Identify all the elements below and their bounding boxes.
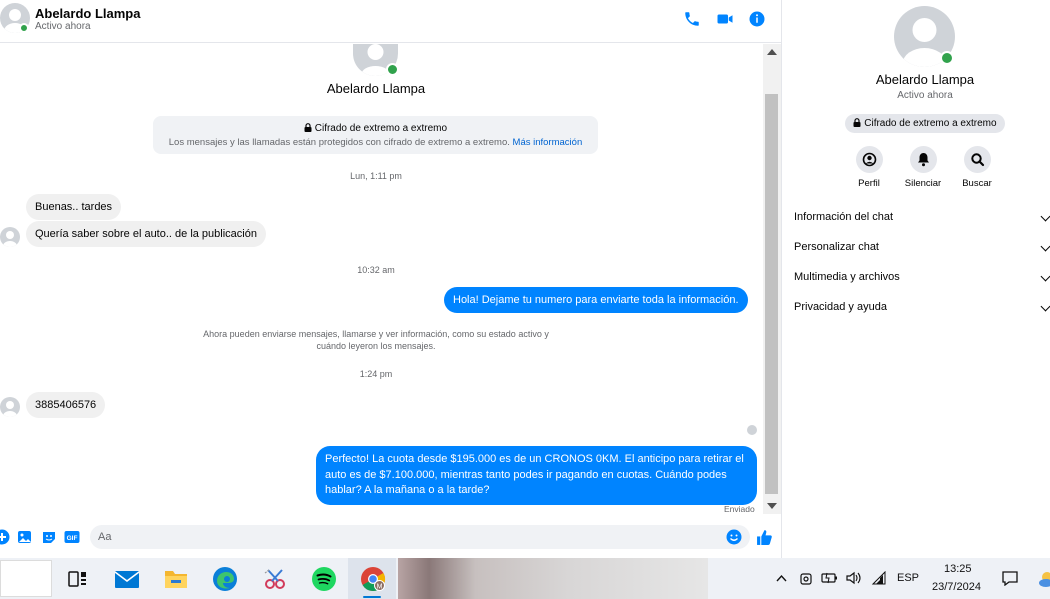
contact-status: Activo ahora	[35, 21, 91, 32]
online-status-dot	[19, 23, 29, 33]
more-info-link[interactable]: Más información	[513, 137, 583, 148]
profile-status: Activo ahora	[897, 90, 953, 101]
scroll-down-arrow-icon[interactable]	[767, 503, 777, 509]
contact-name[interactable]: Abelardo Llampa	[35, 6, 140, 21]
chevron-down-icon	[1040, 241, 1050, 252]
mail-icon[interactable]	[114, 566, 140, 592]
wifi-icon[interactable]	[871, 570, 887, 591]
menu-media-files[interactable]: Multimedia y archivos	[794, 271, 1050, 291]
outgoing-message[interactable]: Hola! Dejame tu numero para enviarte tod…	[444, 287, 748, 313]
profile-name: Abelardo Llampa	[875, 72, 975, 87]
like-icon[interactable]	[756, 529, 772, 545]
image-icon[interactable]	[17, 529, 33, 545]
menu-item-label: Multimedia y archivos	[794, 271, 900, 283]
active-app-indicator	[363, 596, 381, 598]
e2e-text: Los mensajes y las llamadas están proteg…	[168, 137, 510, 148]
scroll-thumb[interactable]	[765, 94, 778, 494]
chevron-down-icon	[1040, 271, 1050, 282]
weather-icon[interactable]	[1038, 570, 1050, 588]
profile-icon[interactable]	[855, 146, 883, 173]
file-explorer-icon[interactable]	[163, 566, 189, 592]
menu-customize-chat[interactable]: Personalizar chat	[794, 241, 1050, 261]
message-list[interactable]: Abelardo Llampa Cifrado de extremo a ext…	[0, 44, 763, 514]
contact-avatar-small	[0, 227, 20, 247]
bell-icon[interactable]	[909, 146, 937, 173]
lock-icon	[853, 118, 861, 127]
mute-action[interactable]: Silenciar	[893, 146, 953, 189]
chrome-icon[interactable]: M	[360, 566, 386, 592]
chevron-down-icon	[1040, 301, 1050, 312]
onedrive-status-icon[interactable]	[799, 570, 813, 591]
e2e-title: Cifrado de extremo a extremo	[314, 123, 448, 134]
conversation-contact-name: Abelardo Llampa	[326, 81, 426, 96]
chevron-up-icon[interactable]	[775, 572, 788, 590]
clock-time[interactable]: 13:25	[944, 563, 972, 575]
video-icon[interactable]	[716, 10, 734, 28]
svg-text:M: M	[377, 584, 383, 591]
menu-item-label: Personalizar chat	[794, 241, 879, 253]
chat-header: Abelardo Llampa Activo ahora	[0, 0, 781, 43]
language-indicator[interactable]: ESP	[897, 572, 919, 584]
seen-avatar-icon	[747, 425, 757, 435]
message-scrollbar[interactable]	[763, 44, 781, 514]
plus-icon[interactable]	[0, 529, 10, 545]
snipping-tool-icon[interactable]	[262, 566, 288, 592]
menu-privacy-help[interactable]: Privacidad y ayuda	[794, 301, 1050, 321]
action-label: Silenciar	[904, 178, 942, 189]
action-label: Buscar	[962, 178, 992, 189]
gif-icon[interactable]: GIF	[64, 529, 80, 545]
system-note: Ahora pueden enviarse mensajes, llamarse…	[203, 329, 549, 351]
incoming-message[interactable]: Quería saber sobre el auto.. de la publi…	[26, 221, 266, 247]
phone-icon[interactable]	[683, 10, 701, 28]
incoming-message[interactable]: 3885406576	[26, 392, 106, 418]
e2e-badge-label: Cifrado de extremo a extremo	[864, 118, 997, 129]
sent-status: Enviado	[724, 504, 755, 514]
taskbar-background-image	[398, 558, 708, 599]
message-composer: GIF	[0, 518, 781, 558]
volume-icon[interactable]	[845, 570, 862, 591]
search-action[interactable]: Buscar	[947, 146, 1007, 189]
message-timestamp: 1:24 pm	[359, 369, 393, 379]
incoming-message[interactable]: Buenas.. tardes	[26, 194, 122, 220]
action-label: Perfil	[858, 178, 880, 189]
message-input[interactable]	[90, 525, 750, 549]
clock-date[interactable]: 23/7/2024	[932, 581, 981, 593]
e2e-badge[interactable]: Cifrado de extremo a extremo	[845, 114, 1005, 133]
scroll-up-arrow-icon[interactable]	[767, 49, 777, 55]
profile-action[interactable]: Perfil	[839, 146, 899, 189]
spotify-icon[interactable]	[311, 566, 337, 592]
outgoing-message[interactable]: Perfecto! La cuota desde $195.000 es de …	[316, 446, 757, 505]
chevron-down-icon	[1040, 211, 1050, 222]
edge-icon[interactable]	[212, 566, 238, 592]
menu-chat-info[interactable]: Información del chat	[794, 211, 1050, 231]
notifications-icon[interactable]	[1001, 570, 1019, 591]
gif-label: GIF	[67, 535, 78, 542]
conversation-details-panel: Abelardo Llampa Activo ahora Cifrado de …	[781, 0, 1050, 558]
message-timestamp: 10:32 am	[357, 265, 395, 275]
search-icon[interactable]	[963, 146, 991, 173]
task-view-icon[interactable]	[65, 566, 91, 592]
online-status-dot	[940, 51, 954, 65]
menu-item-label: Información del chat	[794, 211, 894, 223]
sticker-icon[interactable]	[41, 529, 57, 545]
contact-avatar-small	[0, 397, 20, 417]
taskbar-search-box[interactable]	[0, 560, 52, 597]
e2e-notice: Cifrado de extremo a extremo Los mensaje…	[153, 116, 598, 154]
info-icon[interactable]	[748, 10, 766, 28]
menu-item-label: Privacidad y ayuda	[794, 301, 887, 313]
battery-icon[interactable]	[821, 571, 838, 590]
emoji-icon[interactable]	[726, 529, 742, 545]
online-status-dot	[386, 63, 399, 76]
lock-icon	[304, 123, 312, 132]
message-timestamp: Lun, 1:11 pm	[350, 171, 402, 181]
windows-taskbar: M ESP 13:25 23/7/2024	[0, 558, 1050, 599]
